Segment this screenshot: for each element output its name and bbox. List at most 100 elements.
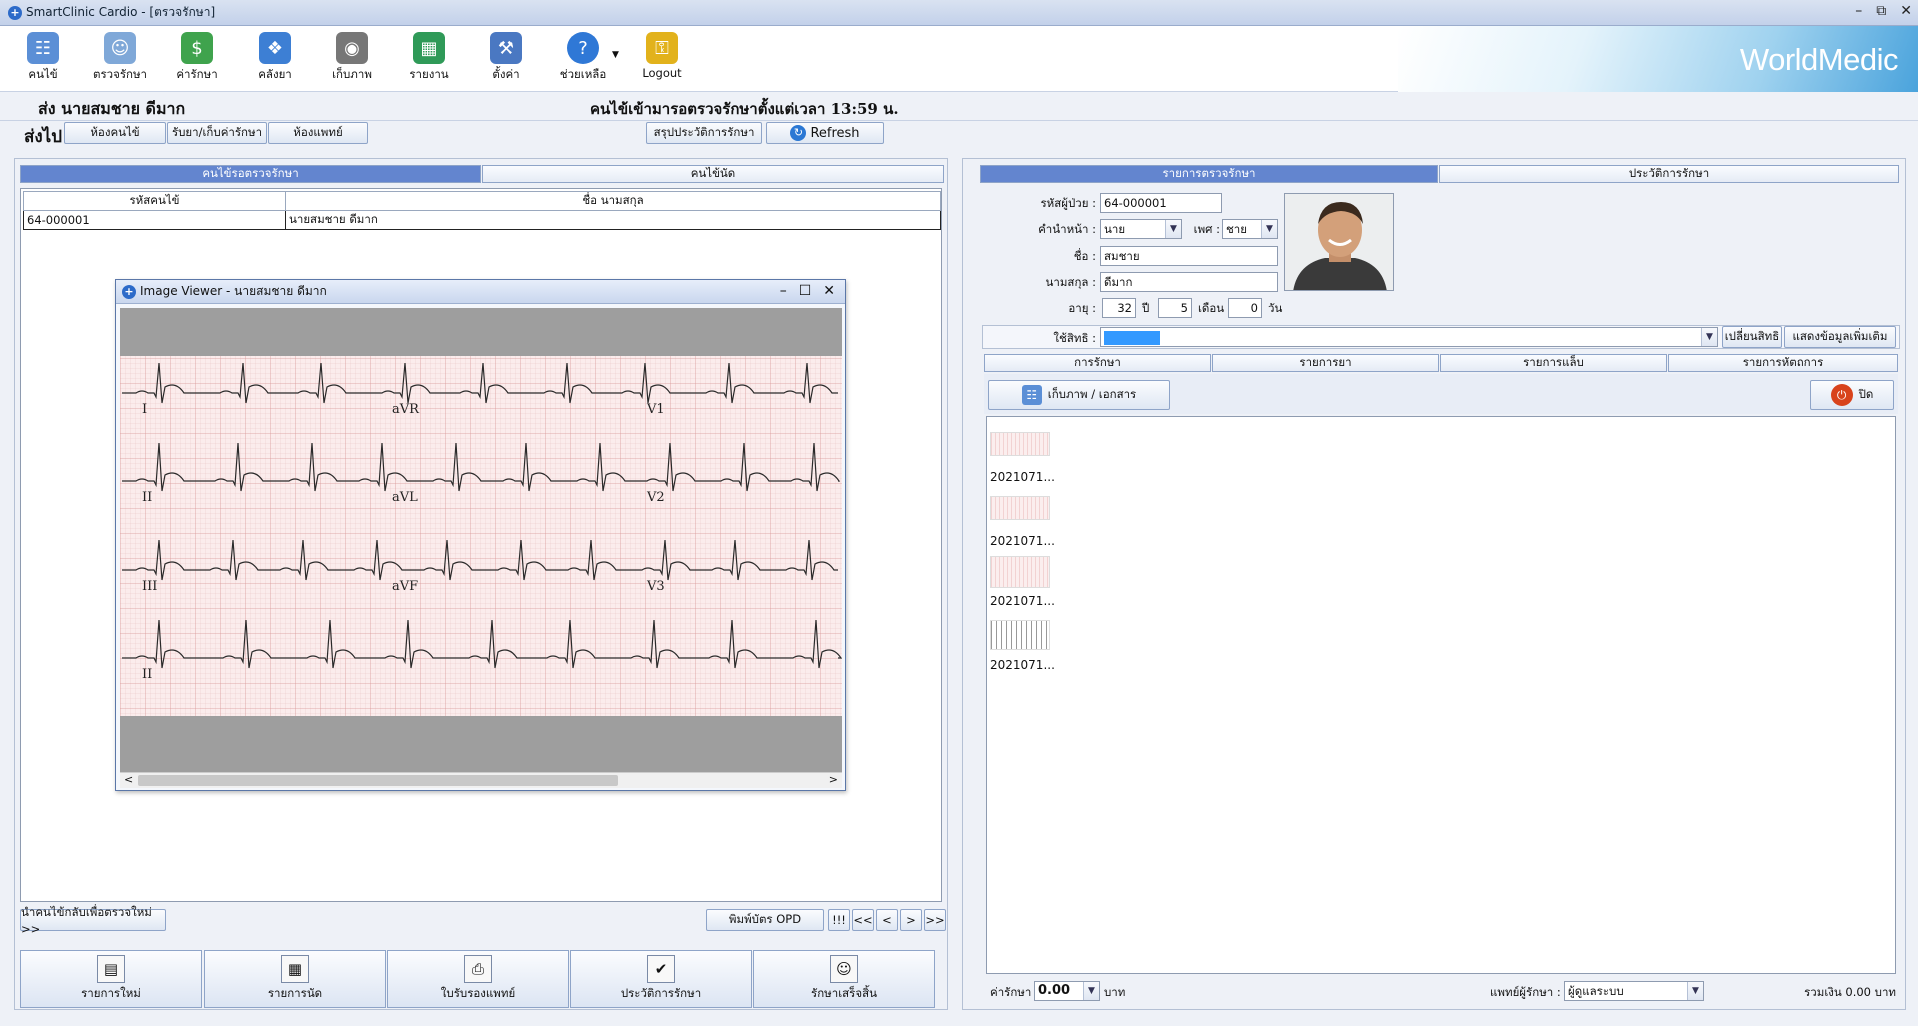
tab-waiting-patients[interactable]: คนไข้รอตรวจรักษา [20, 165, 481, 183]
age-years-field[interactable]: 32 [1102, 298, 1136, 318]
window-title-bar: + SmartClinic Cardio - [ตรวจรักษา] – ⧉ ✕ [0, 0, 1918, 26]
return-patient-button[interactable]: นำคนไข้กลับเพื่อตรวจใหม่ >> [20, 905, 166, 936]
chevron-down-icon[interactable]: ▼ [1261, 220, 1277, 238]
camera-icon: ◉ [336, 32, 368, 64]
power-icon: ⏻ [1830, 384, 1853, 406]
treatment-history-button[interactable]: ✔ ประวัติการรักษา [570, 950, 752, 1008]
column-header-patient-id[interactable]: รหัสคนไข้ [23, 191, 286, 211]
toolbar-fees-button[interactable]: $ ค่ารักษา [162, 32, 232, 90]
patient-name-cell[interactable]: นายสมชาย ดีมาก [285, 210, 941, 230]
rights-select[interactable]: ▼ [1100, 327, 1718, 347]
table-row[interactable]: 64-000001 นายสมชาย ดีมาก [23, 210, 941, 230]
toolbar-help-button[interactable]: ? ช่วยเหลือ [548, 32, 618, 90]
viewer-maximize-icon[interactable]: ☐ [799, 283, 812, 299]
refresh-button[interactable]: ↻ Refresh [766, 122, 884, 144]
capture-document-button[interactable]: ☷ เก็บภาพ / เอกสาร [988, 380, 1170, 410]
finish-treatment-button[interactable]: ☺ รักษาเสร็จสิ้น [753, 950, 935, 1008]
image-viewer-title-bar: + Image Viewer - นายสมชาย ดีมาก – ☐ ✕ [116, 280, 845, 304]
thumbnail-image [990, 432, 1050, 456]
toolbar-images-button[interactable]: ◉ เก็บภาพ [317, 32, 387, 90]
toolbar-patients-button[interactable]: ☷ คนไข้ [8, 32, 78, 90]
minimize-icon[interactable]: – [1855, 3, 1862, 19]
column-header-patient-name[interactable]: ชื่อ นามสกุล [285, 191, 941, 211]
chevron-down-icon[interactable]: ▼ [1083, 982, 1099, 1000]
scroll-left-icon[interactable]: < [124, 773, 133, 786]
tab-treatment-history[interactable]: ประวัติการรักษา [1439, 165, 1899, 183]
chevron-down-icon[interactable]: ▼ [1165, 220, 1181, 238]
appointments-button[interactable]: ▦ รายการนัด [204, 950, 386, 1008]
tab-medicines[interactable]: รายการยา [1212, 354, 1439, 372]
viewer-close-icon[interactable]: ✕ [823, 283, 835, 299]
brand-logo: WorldMedic [1739, 42, 1899, 77]
tools-icon: ⚒ [490, 32, 522, 64]
print-opd-card-button[interactable]: พิมพ์บัตร OPD [706, 909, 824, 931]
age-months-field[interactable]: 5 [1158, 298, 1192, 318]
send-patient-room-button[interactable]: ห้องคนไข้ [64, 122, 166, 144]
toolbar-reports-button[interactable]: ▦ รายงาน [394, 32, 464, 90]
close-documents-button[interactable]: ⏻ ปิด [1810, 380, 1894, 410]
send-pharmacy-button[interactable]: รับยา/เก็บค่ารักษา [167, 122, 267, 144]
image-viewer-title: Image Viewer - นายสมชาย ดีมาก [140, 284, 327, 298]
sex-label: เพศ : [1193, 222, 1220, 236]
lead-label: II [142, 490, 152, 505]
tab-appointment-patients[interactable]: คนไข้นัด [482, 165, 944, 183]
tab-procedures[interactable]: รายการหัตถการ [1668, 354, 1898, 372]
last-page-button[interactable]: >> [924, 909, 946, 931]
prev-page-button[interactable]: < [876, 909, 898, 931]
patient-id-field[interactable]: 64-000001 [1100, 193, 1222, 213]
patient-photo [1284, 193, 1394, 291]
printer-icon: ⎙ [464, 955, 492, 983]
next-page-button[interactable]: > [900, 909, 922, 931]
patient-card-icon: ☷ [27, 32, 59, 64]
restore-icon[interactable]: ⧉ [1876, 3, 1886, 19]
thumbnail-image [990, 496, 1050, 520]
treatment-summary-button[interactable]: สรุปประวัติการรักษา [646, 122, 762, 144]
scrollbar-thumb[interactable] [138, 775, 618, 786]
document-thumbnail[interactable]: 2021071... [990, 620, 1055, 672]
age-days-field[interactable]: 0 [1228, 298, 1262, 318]
first-name-field[interactable]: สมชาย [1100, 246, 1278, 266]
tab-lab[interactable]: รายการแล็บ [1440, 354, 1667, 372]
medical-certificate-button[interactable]: ⎙ ใบรับรองแพทย์ [387, 950, 569, 1008]
patient-header [0, 93, 1918, 121]
chevron-down-icon[interactable]: ▼ [1687, 982, 1703, 1000]
show-more-info-button[interactable]: แสดงข้อมูลเพิ่มเติม [1784, 326, 1896, 348]
toolbar-settings-button[interactable]: ⚒ ตั้งค่า [471, 32, 541, 90]
doctor-icon: ☺ [104, 32, 136, 64]
bar-chart-icon: ▦ [413, 32, 445, 64]
doctor-label: แพทย์ผู้รักษา : [1490, 985, 1561, 999]
doctor-select[interactable]: ผู้ดูแลระบบ ▼ [1564, 981, 1704, 1001]
toolbar-pharmacy-button[interactable]: ❖ คลังยา [240, 32, 310, 90]
prefix-select[interactable]: นาย ▼ [1100, 219, 1182, 239]
document-thumbnail[interactable]: 2021071... [990, 556, 1055, 608]
change-rights-button[interactable]: เปลี่ยนสิทธิ [1722, 326, 1782, 348]
viewer-horizontal-scrollbar[interactable]: < > [120, 772, 842, 788]
tab-treatment[interactable]: การรักษา [984, 354, 1211, 372]
first-name-label: ชื่อ : [1073, 249, 1096, 263]
tab-treatment-items[interactable]: รายการตรวจรักษา [980, 165, 1438, 183]
scroll-right-icon[interactable]: > [829, 773, 838, 786]
send-doctor-room-button[interactable]: ห้องแพทย์ [268, 122, 368, 144]
document-thumbnail[interactable]: 2021071... [990, 496, 1055, 548]
lead-label: V3 [646, 579, 665, 594]
toolbar-logout-button[interactable]: ⚿ Logout [627, 32, 697, 90]
fee-select[interactable]: 0.00 ▼ [1034, 981, 1100, 1001]
alert-button[interactable]: !!! [828, 909, 850, 931]
fee-unit: บาท [1104, 985, 1126, 999]
document-icon: ▤ [97, 955, 125, 983]
document-thumbnail[interactable]: 2021071... [990, 432, 1055, 484]
sex-select[interactable]: ชาย ▼ [1222, 219, 1278, 239]
days-unit: วัน [1268, 301, 1283, 315]
close-icon[interactable]: ✕ [1900, 3, 1912, 19]
chevron-down-icon[interactable]: ▼ [1701, 328, 1717, 346]
new-item-button[interactable]: ▤ รายการใหม่ [20, 950, 202, 1008]
lead-label: aVL [392, 490, 418, 505]
last-name-field[interactable]: ดีมาก [1100, 272, 1278, 292]
help-dropdown-icon[interactable]: ▼ [612, 50, 619, 60]
prefix-label: คำนำหน้า : [1038, 222, 1096, 236]
thumbnail-image [990, 556, 1050, 588]
patient-id-cell[interactable]: 64-000001 [23, 210, 286, 230]
toolbar-examine-button[interactable]: ☺ ตรวจรักษา [85, 32, 155, 90]
viewer-minimize-icon[interactable]: – [780, 283, 787, 299]
first-page-button[interactable]: << [852, 909, 874, 931]
